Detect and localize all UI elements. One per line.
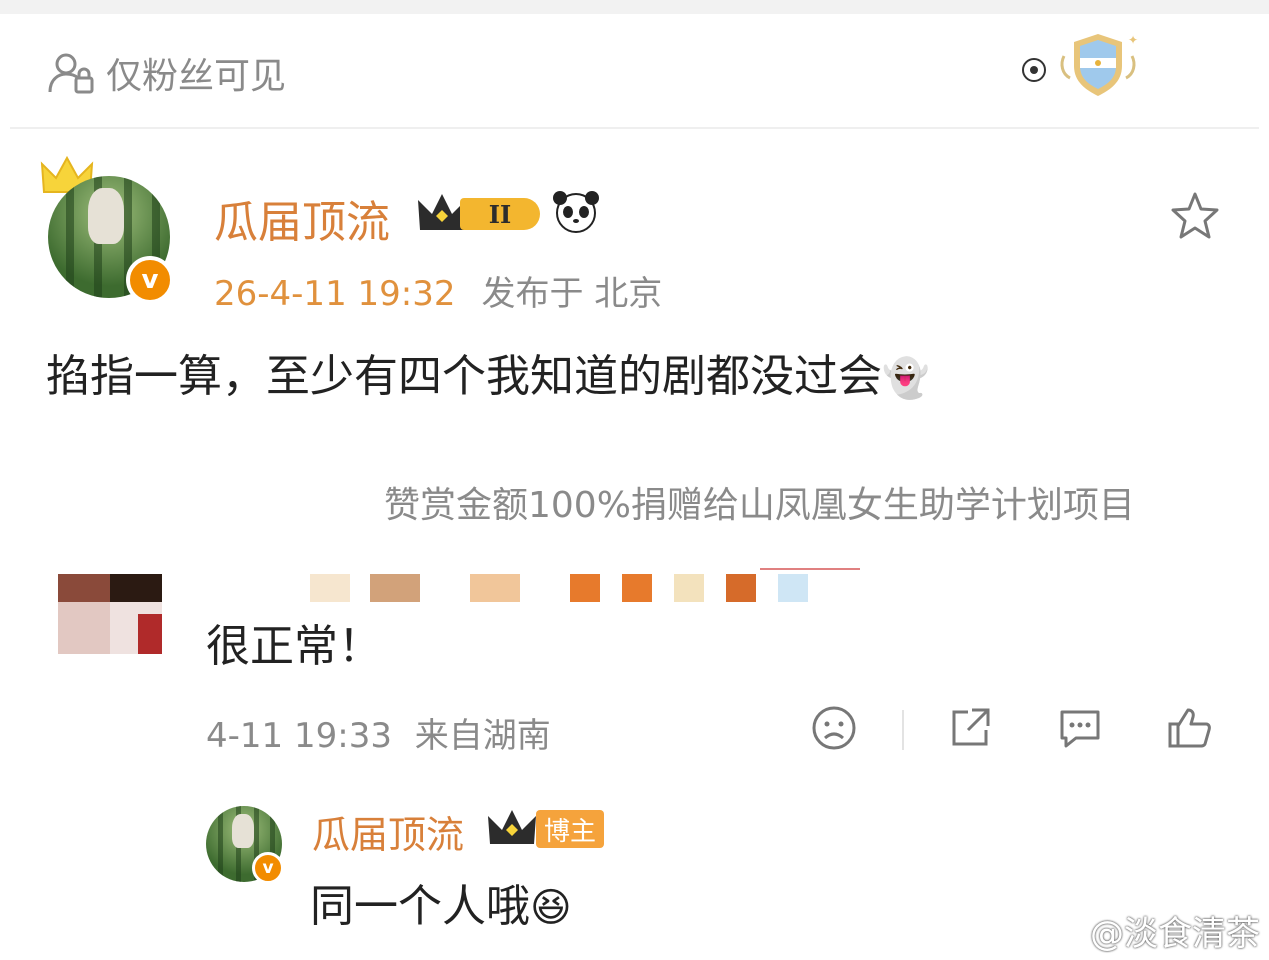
reply-verified-badge: v <box>252 852 284 884</box>
commenter-name-mosaic[interactable] <box>310 568 870 606</box>
section-divider <box>10 127 1259 129</box>
panda-icon <box>553 191 599 233</box>
comment-timestamp: 4-11 19:33 <box>206 716 392 756</box>
post-meta: 26-4-11 19:32 发布于 北京 <box>214 266 662 315</box>
reply-author-name[interactable]: 瓜届顶流 <box>312 804 464 859</box>
member-level-badge: II <box>414 190 542 236</box>
post-text-content: 掐指一算，至少有四个我知道的剧都没过会 <box>46 351 882 402</box>
level-badge-label: II <box>460 198 540 230</box>
lock-people-icon <box>48 53 94 94</box>
ghost-emoji-icon: 👻 <box>882 356 930 400</box>
donation-note: 赞赏金额100%捐赠给山凤凰女生助学计划项目 <box>384 485 1135 526</box>
visibility-label: 仅粉丝可见 <box>106 56 287 97</box>
laughing-emoji-icon: 😆 <box>530 885 572 931</box>
author-tag: 博主 <box>536 810 605 848</box>
post-timestamp: 26-4-11 19:32 <box>214 274 456 314</box>
comment-location: 来自湖南 <box>414 716 551 756</box>
sad-face-icon[interactable] <box>810 704 858 752</box>
post-text: 掐指一算，至少有四个我知道的剧都没过会👻 <box>46 340 929 404</box>
post-location: 发布于 北京 <box>481 274 663 314</box>
fan-badge: ✦ <box>1018 26 1148 106</box>
reply-text: 同一个人哦😆 <box>310 870 572 934</box>
reply-text-content: 同一个人哦 <box>310 881 530 932</box>
visibility-indicator: 仅粉丝可见 <box>46 46 286 100</box>
comment-meta: 4-11 19:33 来自湖南 <box>206 708 551 757</box>
comment-text: 很正常！ <box>206 621 382 672</box>
action-separator <box>902 710 904 750</box>
commenter-avatar-mosaic[interactable] <box>58 574 162 654</box>
author-name[interactable]: 瓜届顶流 <box>214 186 390 250</box>
like-thumb-icon[interactable] <box>1166 704 1214 752</box>
watermark: @淡食清茶 <box>1090 914 1260 954</box>
svg-text:✦: ✦ <box>1128 33 1138 47</box>
football-shield-badge-icon: ✦ <box>1022 33 1138 96</box>
reply-crown-icon <box>488 810 536 844</box>
share-icon[interactable] <box>946 704 994 752</box>
top-edge <box>0 0 1269 14</box>
favorite-star-icon[interactable] <box>1168 190 1222 242</box>
verified-badge: v <box>126 256 174 304</box>
comment-icon[interactable] <box>1056 704 1104 752</box>
